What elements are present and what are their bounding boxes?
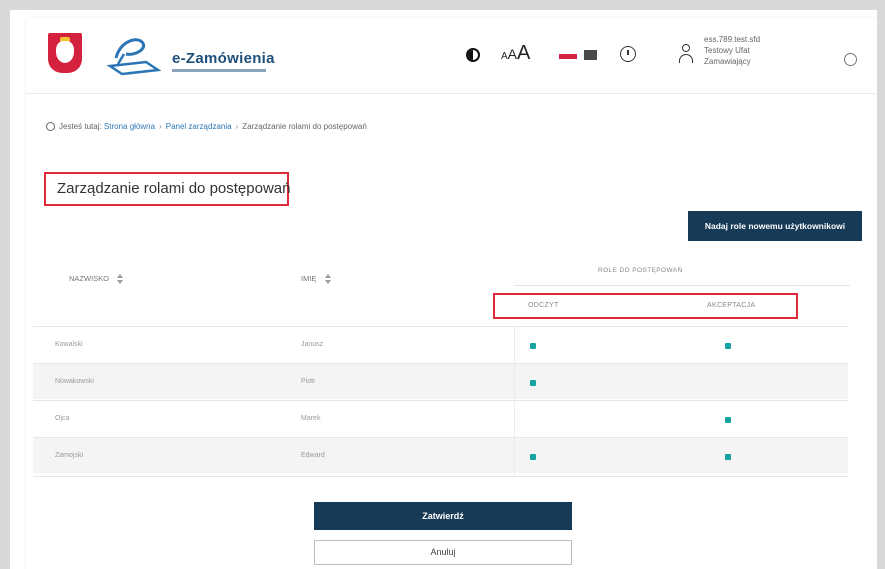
cell-name: Edward	[301, 452, 325, 459]
assign-roles-button[interactable]: Nadaj role nowemu użytkownikowi	[688, 211, 862, 241]
col-accept-header: AKCEPTACJA	[707, 302, 756, 309]
accept-role-checkbox[interactable]	[725, 417, 731, 423]
flag-en-icon[interactable]	[584, 50, 597, 60]
cell-name: Marek	[301, 415, 321, 422]
logo-text[interactable]: e-Zamówienia	[172, 50, 275, 67]
flag-pl-icon[interactable]	[559, 54, 577, 59]
breadcrumb-panel-link[interactable]: Panel zarządzania	[166, 122, 232, 131]
power-icon[interactable]	[844, 53, 857, 66]
user-role: Zamawiający	[704, 57, 751, 66]
breadcrumb-prefix: Jesteś tutaj:	[59, 122, 102, 131]
cell-surname: Zamojski	[55, 452, 84, 459]
contrast-icon[interactable]	[466, 48, 480, 62]
read-role-checkbox[interactable]	[530, 454, 536, 460]
page-title: Zarządzanie rolami do postępowań	[44, 172, 290, 206]
breadcrumb: Jesteś tutaj: Strona główna › Panel zarząd…	[46, 122, 367, 132]
table-row[interactable]: Ojca Marek	[33, 400, 848, 436]
logo-subtitle-bar	[172, 69, 266, 72]
cell-surname: Ojca	[55, 415, 70, 422]
group-header-divider	[514, 285, 850, 286]
font-size-controls[interactable]: AAA	[501, 42, 530, 65]
cell-name: Piotr	[301, 378, 316, 385]
breadcrumb-home-link[interactable]: Strona główna	[104, 122, 155, 131]
user-icon[interactable]	[678, 44, 694, 64]
col-surname-header[interactable]: NAZWISKO	[69, 274, 124, 285]
e-zamowienia-logo-icon[interactable]	[106, 32, 166, 76]
sort-icon[interactable]	[324, 274, 331, 285]
cell-name: Janusz	[301, 341, 324, 348]
table-row[interactable]: Zamojski Edward	[33, 437, 848, 473]
read-role-checkbox[interactable]	[530, 343, 536, 349]
font-small-button[interactable]: A	[501, 51, 508, 62]
screenshot-frame: e-Zamówienia AAA ess.789.test.sfd Testow…	[0, 0, 885, 569]
cancel-button[interactable]: Anuluj	[314, 540, 572, 565]
col-surname-label: NAZWISKO	[69, 274, 110, 283]
read-role-checkbox[interactable]	[530, 380, 536, 386]
col-name-label: IMIĘ	[301, 274, 317, 283]
roles-group-header: ROLE DO POSTĘPOWAŃ	[598, 267, 683, 274]
table-row[interactable]: Kowalski Janusz	[33, 326, 848, 362]
table-bottom-border	[33, 476, 848, 477]
user-name: Testowy Ufat	[704, 46, 750, 55]
user-info[interactable]: ess.789.test.sfd Testowy Ufat Zamawiając…	[704, 34, 760, 67]
accept-role-checkbox[interactable]	[725, 454, 731, 460]
location-icon	[46, 122, 55, 132]
clock-icon[interactable]	[620, 46, 636, 62]
column-divider	[514, 327, 515, 476]
col-name-header[interactable]: IMIĘ	[301, 274, 331, 285]
table-row[interactable]: Nowakowski Piotr	[33, 363, 848, 399]
user-login: ess.789.test.sfd	[704, 35, 761, 44]
cell-surname: Nowakowski	[55, 378, 94, 385]
poland-emblem-icon	[48, 33, 82, 73]
save-button[interactable]: Zatwierdź	[314, 502, 572, 530]
col-read-header: ODCZYT	[528, 302, 559, 309]
top-header: e-Zamówienia AAA ess.789.test.sfd Testow…	[26, 18, 877, 94]
accept-role-checkbox[interactable]	[725, 343, 731, 349]
font-large-button[interactable]: A	[517, 42, 530, 64]
cell-surname: Kowalski	[55, 341, 83, 348]
sort-icon[interactable]	[117, 274, 124, 285]
font-medium-button[interactable]: A	[508, 46, 517, 62]
breadcrumb-current: Zarządzanie rolami do postępowań	[242, 122, 367, 131]
